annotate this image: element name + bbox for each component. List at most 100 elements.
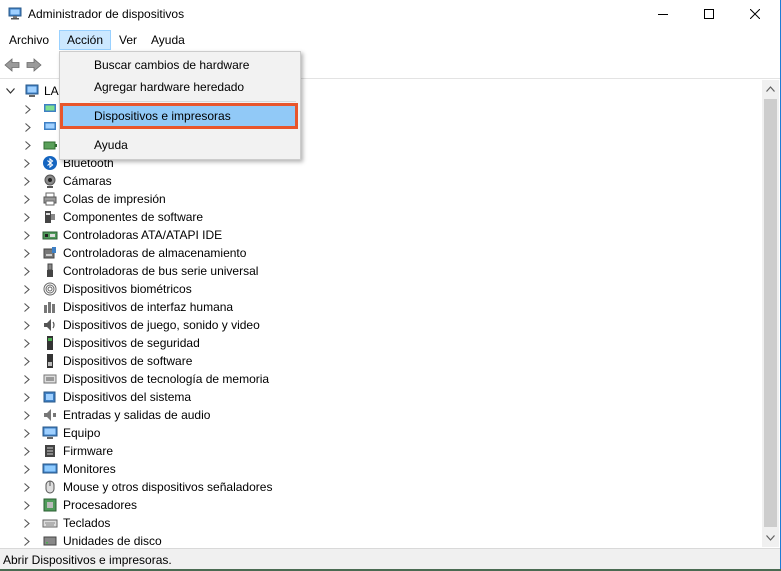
tree-item-label: Mouse y otros dispositivos señaladores bbox=[63, 480, 273, 494]
display-adapter-icon bbox=[44, 122, 56, 130]
firmware-icon bbox=[45, 445, 55, 457]
chevron-right-icon[interactable] bbox=[24, 483, 30, 492]
bluetooth-icon bbox=[43, 156, 57, 170]
chevron-right-icon[interactable] bbox=[24, 195, 30, 204]
tree-item-label: Dispositivos de interfaz humana bbox=[63, 300, 234, 314]
menu-accion[interactable]: Acción bbox=[59, 30, 112, 50]
menu-separator bbox=[90, 101, 296, 102]
menu-archivo[interactable]: Archivo bbox=[2, 30, 56, 50]
menu-ayuda[interactable]: Ayuda bbox=[144, 30, 192, 50]
tree-item-label: Controladoras ATA/ATAPI IDE bbox=[63, 228, 223, 242]
chevron-down-icon[interactable] bbox=[6, 88, 15, 94]
chevron-right-icon[interactable] bbox=[24, 393, 30, 402]
security-device-icon bbox=[47, 336, 53, 350]
menu-item-add-legacy-hardware[interactable]: Agregar hardware heredado bbox=[62, 76, 296, 98]
computer-icon bbox=[42, 426, 58, 439]
tree-item[interactable]: Colas de impresión bbox=[0, 190, 760, 208]
menu-ver[interactable]: Ver bbox=[112, 30, 144, 50]
status-text: Abrir Dispositivos e impresoras. bbox=[3, 553, 172, 567]
chevron-right-icon[interactable] bbox=[24, 231, 30, 240]
tree-item[interactable]: Dispositivos biométricos bbox=[0, 280, 760, 298]
system-device-icon bbox=[43, 391, 56, 403]
tree-item-label: Entradas y salidas de audio bbox=[63, 408, 211, 422]
chevron-right-icon[interactable] bbox=[24, 159, 30, 168]
tree-item[interactable]: Componentes de software bbox=[0, 208, 760, 226]
tree-item-label: Dispositivos de tecnología de memoria bbox=[63, 372, 270, 386]
tree-item[interactable]: Cámaras bbox=[0, 172, 760, 190]
computer-icon bbox=[25, 84, 39, 97]
chevron-right-icon[interactable] bbox=[24, 501, 30, 510]
scrollbar-thumb[interactable] bbox=[764, 99, 777, 527]
chevron-right-icon[interactable] bbox=[24, 339, 30, 348]
chevron-right-icon[interactable] bbox=[24, 249, 30, 258]
processor-icon bbox=[43, 498, 57, 512]
chevron-right-icon[interactable] bbox=[24, 303, 30, 312]
chevron-right-icon[interactable] bbox=[24, 537, 30, 546]
menu-bar: Archivo Acción Ver Ayuda bbox=[0, 29, 780, 51]
chevron-right-icon[interactable] bbox=[24, 321, 30, 330]
chevron-right-icon[interactable] bbox=[24, 357, 30, 366]
close-icon bbox=[750, 9, 760, 19]
hid-icon bbox=[44, 302, 55, 313]
menu-item-help[interactable]: Ayuda bbox=[62, 134, 296, 156]
menu-item-label: Ayuda bbox=[94, 138, 128, 152]
tree-item[interactable]: Equipo bbox=[0, 424, 760, 442]
tree-item[interactable]: Unidades de disco bbox=[0, 532, 760, 547]
chevron-right-icon[interactable] bbox=[24, 447, 30, 456]
tree-item[interactable]: Dispositivos de juego, sonido y video bbox=[0, 316, 760, 334]
accion-dropdown-menu: Buscar cambios de hardware Agregar hardw… bbox=[59, 51, 301, 160]
chevron-right-icon[interactable] bbox=[24, 177, 30, 186]
scroll-down-icon[interactable] bbox=[766, 535, 775, 541]
tree-item-label: Colas de impresión bbox=[63, 192, 166, 206]
tree-item[interactable]: Dispositivos de interfaz humana bbox=[0, 298, 760, 316]
back-arrow-icon[interactable] bbox=[3, 56, 21, 74]
chevron-right-icon[interactable] bbox=[24, 267, 30, 276]
tree-item-label: Dispositivos biométricos bbox=[63, 282, 192, 296]
tree-item[interactable]: Mouse y otros dispositivos señaladores bbox=[0, 478, 760, 496]
tree-item[interactable]: Controladoras de almacenamiento bbox=[0, 244, 760, 262]
chevron-right-icon[interactable] bbox=[25, 105, 31, 114]
menu-item-devices-and-printers[interactable]: Dispositivos e impresoras bbox=[60, 103, 298, 129]
tree-item[interactable]: Dispositivos de seguridad bbox=[0, 334, 760, 352]
tree-item[interactable]: Controladoras ATA/ATAPI IDE bbox=[0, 226, 760, 244]
menu-item-label: Buscar cambios de hardware bbox=[94, 58, 250, 72]
chevron-right-icon[interactable] bbox=[24, 519, 30, 528]
chevron-right-icon[interactable] bbox=[24, 429, 30, 438]
chevron-right-icon[interactable] bbox=[24, 285, 30, 294]
memory-icon bbox=[43, 374, 57, 384]
chevron-right-icon[interactable] bbox=[25, 141, 31, 150]
scroll-up-icon[interactable] bbox=[766, 86, 775, 92]
tree-item-label: Equipo bbox=[63, 426, 101, 440]
maximize-button[interactable] bbox=[686, 0, 732, 28]
tree-item[interactable]: Dispositivos de tecnología de memoria bbox=[0, 370, 760, 388]
tree-item[interactable]: Teclados bbox=[0, 514, 760, 532]
forward-arrow-icon[interactable] bbox=[25, 56, 43, 74]
tree-item[interactable]: Dispositivos de software bbox=[0, 352, 760, 370]
tree-item[interactable]: Monitores bbox=[0, 460, 760, 478]
disk-drive-icon bbox=[43, 536, 57, 546]
title-bar[interactable]: Administrador de dispositivos bbox=[0, 0, 780, 28]
chevron-right-icon[interactable] bbox=[24, 213, 30, 222]
tree-item[interactable]: Firmware bbox=[0, 442, 760, 460]
tree-rows: Bluetooth Cámaras Colas de impresión Com… bbox=[0, 154, 760, 547]
chevron-right-icon[interactable] bbox=[24, 411, 30, 420]
tree-item-label: Controladoras de bus serie universal bbox=[63, 264, 259, 278]
close-button[interactable] bbox=[732, 0, 778, 28]
keyboard-icon bbox=[42, 519, 58, 528]
tree-item-label: Controladoras de almacenamiento bbox=[63, 246, 247, 260]
software-component-icon bbox=[45, 211, 55, 223]
tree-item-label: Firmware bbox=[63, 444, 113, 458]
tree-item[interactable]: Procesadores bbox=[0, 496, 760, 514]
menu-item-scan-hardware[interactable]: Buscar cambios de hardware bbox=[62, 54, 296, 76]
chevron-right-icon[interactable] bbox=[25, 123, 31, 132]
tree-item[interactable]: Controladoras de bus serie universal bbox=[0, 262, 760, 280]
root-label: LA bbox=[44, 84, 59, 98]
tree-item[interactable]: Dispositivos del sistema bbox=[0, 388, 760, 406]
minimize-button[interactable] bbox=[640, 0, 686, 28]
device-manager-window: Administrador de dispositivos Archivo Ac… bbox=[0, 0, 781, 569]
status-bar: Abrir Dispositivos e impresoras. bbox=[0, 548, 780, 569]
tree-item[interactable]: Entradas y salidas de audio bbox=[0, 406, 760, 424]
chevron-right-icon[interactable] bbox=[24, 375, 30, 384]
vertical-scrollbar[interactable] bbox=[762, 80, 779, 547]
chevron-right-icon[interactable] bbox=[24, 465, 30, 474]
